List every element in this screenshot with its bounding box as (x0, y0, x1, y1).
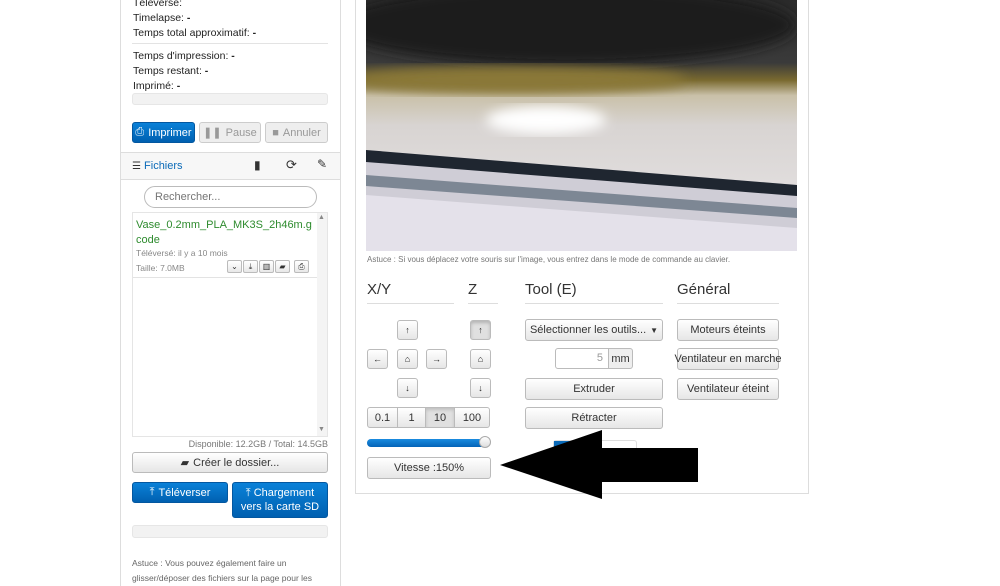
motors-off-button[interactable]: Moteurs éteints (677, 319, 779, 341)
scroll-up-icon[interactable]: ▲ (318, 214, 325, 221)
feedrate-slider[interactable] (367, 436, 491, 448)
scroll-down-icon[interactable]: ▼ (318, 426, 325, 433)
files-hint: Astuce : Vous pouvez également faire un … (132, 558, 313, 583)
xy-divider (367, 303, 454, 304)
upload-icon: ⤒ (149, 486, 155, 498)
refresh-icon[interactable]: ⟳ (286, 157, 297, 173)
x-left-button[interactable]: ← (367, 349, 388, 369)
arrow-up-icon: ↑ (405, 325, 410, 335)
arrow-down-icon: ↓ (405, 383, 410, 393)
uploaded-label: Téléversé: (133, 0, 183, 9)
cancel-button[interactable]: ■ Annuler (265, 122, 328, 143)
trash-icon[interactable]: ▥ (259, 260, 274, 273)
z-divider (468, 303, 498, 304)
progress-bar (132, 93, 328, 105)
stop-icon: ■ (272, 126, 279, 139)
fan-off-button[interactable]: Ventilateur éteint (677, 378, 779, 400)
step-0-1-button[interactable]: 0.1 (367, 407, 398, 428)
fan-on-button[interactable]: Ventilateur en marche (675, 348, 782, 370)
printer-icon: ⎙ (135, 126, 145, 138)
extrude-unit: mm (608, 348, 633, 369)
extrude-button[interactable]: Extruder (525, 378, 663, 400)
general-title: Général (677, 281, 731, 298)
arrow-up-icon: ↑ (478, 325, 483, 335)
feedrate-button[interactable]: Vitesse :150% (367, 457, 491, 479)
file-uploaded: Téléversé: il y a 10 mois (136, 248, 228, 258)
arrow-left-icon: ← (373, 354, 382, 364)
chevron-down-icon[interactable]: ⌄ (227, 260, 242, 273)
home-icon: ⌂ (477, 354, 484, 364)
print-time-row: Temps d'impression: - (133, 50, 235, 62)
webcam-image (366, 0, 797, 251)
file-size: Taille: 7.0MB (136, 263, 185, 273)
timelapse-row: Timelapse: - (133, 12, 191, 24)
free-space: Disponible: 12.2GB / Total: 14.5GB (188, 439, 328, 449)
z-title: Z (468, 281, 478, 298)
x-right-button[interactable]: → (426, 349, 447, 369)
retract-button[interactable]: Rétracter (525, 407, 663, 429)
file-icon[interactable]: ▮ (254, 158, 261, 172)
y-down-button[interactable]: ↓ (397, 378, 418, 398)
files-title[interactable]: ☰ Fichiers (132, 160, 183, 172)
upload-progress-bar (132, 525, 328, 538)
file-search-input[interactable] (144, 186, 317, 208)
print-file-icon[interactable]: ⎙ (294, 260, 309, 273)
extrude-amount-input[interactable]: 5 (555, 348, 609, 369)
arrow-right-icon: → (432, 354, 441, 364)
home-icon: ⌂ (404, 354, 411, 364)
z-home-button[interactable]: ⌂ (470, 349, 491, 369)
general-divider (677, 303, 779, 304)
select-tools-dropdown[interactable]: Sélectionner les outils... ▼ (525, 319, 663, 341)
remaining-row: Temps restant: - (133, 65, 209, 77)
upload-sd-icon: ⤒ (245, 487, 251, 499)
z-down-button[interactable]: ↓ (470, 378, 491, 398)
upload-button[interactable]: ⤒ Téléverser (132, 482, 228, 503)
caret-down-icon: ▼ (650, 325, 659, 335)
wrench-icon[interactable]: ✎ (317, 157, 327, 171)
pause-icon: ❚❚ (203, 127, 222, 139)
xy-title: X/Y (367, 281, 392, 298)
feedrate-slider-fill (367, 439, 485, 447)
file-list-scrollbar[interactable] (317, 213, 327, 436)
arrow-down-icon: ↓ (478, 383, 483, 393)
tool-title: Tool (E) (525, 281, 577, 298)
webcam-hint: Astuce : Si vous déplacez votre souris s… (367, 255, 731, 264)
total-time-row: Temps total approximatif: - (133, 27, 257, 39)
list-icon: ☰ (132, 161, 141, 172)
step-10-button[interactable]: 10 (425, 407, 455, 428)
file-name[interactable]: Vase_0.2mm_PLA_MK3S_2h46m.gcode (136, 218, 314, 248)
create-folder-button[interactable]: ▰ Créer le dossier... (132, 452, 328, 473)
sidebar-border-left (120, 0, 121, 586)
upload-sd-button[interactable]: ⤒ Chargement vers la carte SD (232, 482, 328, 518)
download-icon[interactable]: ⤓ (243, 260, 258, 273)
tool-divider (525, 303, 663, 304)
z-up-button[interactable]: ↑ (470, 320, 491, 340)
print-button[interactable]: ⎙ Imprimer (132, 122, 195, 143)
file-divider (133, 277, 317, 278)
divider (132, 43, 328, 44)
sidebar-border-right (340, 0, 341, 586)
pause-button[interactable]: ❚❚ Pause (199, 122, 261, 143)
step-1-button[interactable]: 1 (397, 407, 426, 428)
step-100-button[interactable]: 100 (454, 407, 490, 428)
folder-icon: ▰ (180, 457, 190, 469)
xy-home-button[interactable]: ⌂ (397, 349, 418, 369)
y-up-button[interactable]: ↑ (397, 320, 418, 340)
folder-open-icon[interactable]: ▰ (275, 260, 290, 273)
webcam-stream[interactable] (366, 0, 797, 251)
annotation-arrow (500, 430, 698, 499)
printed-row: Imprimé: - (133, 80, 181, 92)
